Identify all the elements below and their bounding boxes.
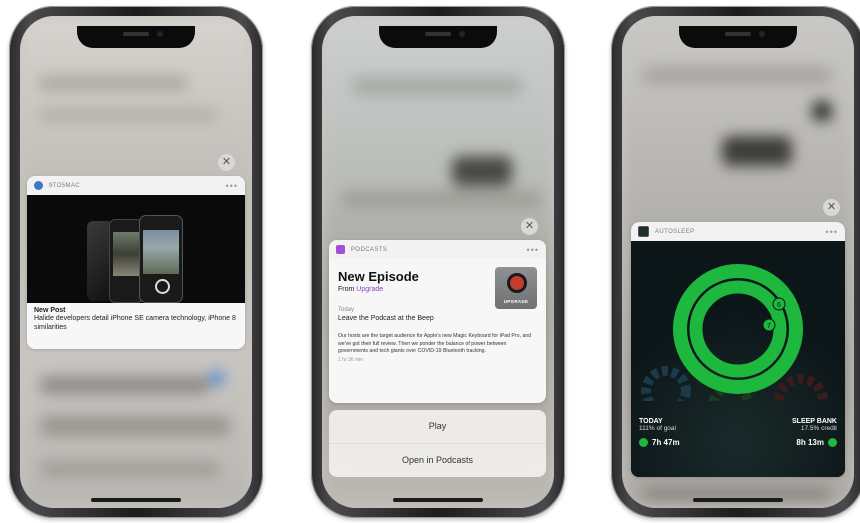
notch	[679, 26, 797, 48]
close-button[interactable]: ✕	[521, 218, 538, 235]
phone-screen-2: ✕ PODCASTS ••• New Episode From Upgrade …	[322, 16, 554, 508]
app-name: PODCASTS	[351, 246, 388, 253]
more-options-button[interactable]: •••	[527, 245, 539, 255]
home-indicator[interactable]	[393, 498, 483, 502]
phone-screen-1: ✕ 9TO5MAC ••• New Post Halide developers…	[20, 16, 252, 508]
ring-marker-inner: 7	[767, 323, 771, 330]
artwork-label: UPGRADE	[503, 299, 529, 304]
phone-frame-1: ✕ 9TO5MAC ••• New Post Halide developers…	[9, 6, 263, 518]
gear-decoration	[641, 366, 691, 401]
today-stats: TODAY 111% of goal 7h 47m	[639, 418, 680, 447]
phone-frame-2: ✕ PODCASTS ••• New Episode From Upgrade …	[311, 6, 565, 518]
notification-body: Halide developers detail iPhone SE camer…	[34, 315, 236, 331]
power-icon	[507, 273, 527, 293]
notification-card[interactable]: AUTOSLEEP ••• 6 7 TODAY 111% of goal 7h …	[631, 222, 845, 477]
moon-icon	[639, 438, 648, 447]
more-options-button[interactable]: •••	[826, 227, 838, 237]
episode-description: Our hosts are the target audience for Ap…	[338, 333, 532, 354]
notch	[379, 26, 497, 48]
app-name: AUTOSLEEP	[655, 228, 695, 235]
show-link[interactable]: Upgrade	[356, 286, 383, 293]
home-indicator[interactable]	[693, 498, 783, 502]
app-name: 9TO5MAC	[49, 182, 81, 189]
phone-frame-3: ✕ AUTOSLEEP ••• 6 7 TODAY 111% of goal 7…	[611, 6, 860, 518]
from-label: From	[338, 286, 357, 293]
notification-header: AUTOSLEEP •••	[631, 222, 845, 241]
episode-duration: 1 hr 36 min	[338, 356, 364, 363]
today-label: TODAY	[639, 418, 663, 425]
post-image	[27, 195, 245, 303]
iphone-camera-image-2	[139, 215, 183, 303]
more-options-button[interactable]: •••	[226, 181, 238, 191]
ring-marker-outer: 6	[777, 302, 781, 309]
notification-header: 9TO5MAC •••	[27, 176, 245, 195]
iphone-camera-image	[109, 219, 143, 303]
autosleep-app-icon	[638, 226, 649, 237]
notification-header: PODCASTS •••	[329, 240, 546, 259]
play-button[interactable]: Play	[329, 410, 546, 444]
gear-decoration	[774, 374, 828, 401]
notification-card[interactable]: 9TO5MAC ••• New Post Halide developers d…	[27, 176, 245, 349]
close-button[interactable]: ✕	[218, 154, 235, 171]
home-indicator[interactable]	[91, 498, 181, 502]
9to5mac-app-icon	[34, 181, 43, 190]
sleep-ring-chart: 6 7	[641, 264, 828, 401]
today-value: 111% of goal	[639, 425, 676, 432]
close-button[interactable]: ✕	[823, 199, 840, 216]
open-in-podcasts-button[interactable]: Open in Podcasts	[329, 444, 546, 477]
podcast-artwork: UPGRADE	[495, 267, 537, 309]
phone-screen-3: ✕ AUTOSLEEP ••• 6 7 TODAY 111% of goal 7…	[622, 16, 854, 508]
sleep-rings: 6 7 TODAY 111% of goal 7h 47m SLEEP BANK…	[631, 241, 845, 477]
podcasts-app-icon	[336, 245, 345, 254]
sleep-bank-stats: SLEEP BANK 17.5% credit 8h 13m	[792, 418, 837, 447]
plus-icon	[828, 438, 837, 447]
bank-value: 17.5% credit	[800, 425, 837, 432]
today-time: 7h 47m	[652, 438, 680, 447]
bank-time: 8h 13m	[796, 438, 824, 447]
action-menu: Play Open in Podcasts	[329, 410, 546, 477]
notification-title: New Post	[34, 307, 66, 314]
bank-label: SLEEP BANK	[792, 418, 837, 425]
notch	[77, 26, 195, 48]
notification-card[interactable]: PODCASTS ••• New Episode From Upgrade UP…	[329, 240, 546, 403]
episode-title: Leave the Podcast at the Beep	[338, 315, 434, 322]
